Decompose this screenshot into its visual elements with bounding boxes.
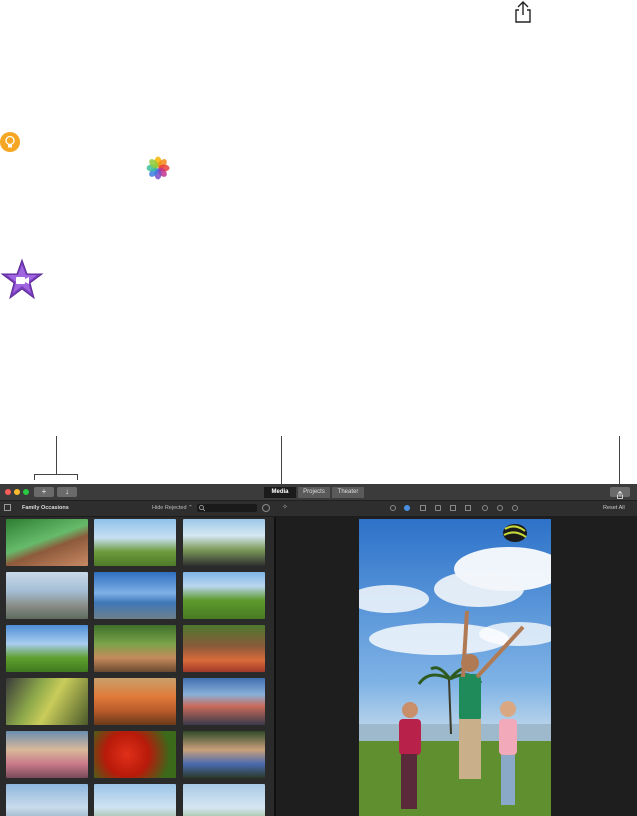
share-icon	[617, 490, 623, 499]
callout-line-share	[619, 436, 620, 486]
callout-line-import	[56, 436, 57, 474]
media-thumbnail[interactable]	[94, 625, 176, 672]
media-thumbnail[interactable]	[6, 731, 88, 778]
settings-icon[interactable]	[262, 504, 270, 512]
tab-projects[interactable]: Projects	[298, 487, 330, 498]
callout-bracket	[34, 474, 78, 475]
share-button[interactable]	[610, 487, 630, 499]
search-input[interactable]	[197, 504, 257, 512]
color-correction-icon[interactable]	[404, 505, 410, 511]
media-browser	[0, 517, 274, 816]
filter-popup[interactable]: Hide Rejected ⌃	[152, 505, 193, 511]
volume-icon[interactable]	[450, 505, 456, 511]
media-thumbnail[interactable]	[183, 784, 265, 816]
speed-icon[interactable]	[482, 505, 488, 511]
media-thumbnail[interactable]	[183, 625, 265, 672]
photos-app-icon	[146, 156, 170, 180]
clip-filter-icon[interactable]	[497, 505, 503, 511]
media-thumbnail[interactable]	[94, 572, 176, 619]
media-thumbnail[interactable]	[94, 784, 176, 816]
media-thumbnail[interactable]	[94, 678, 176, 725]
zoom-button[interactable]	[23, 489, 29, 495]
sub-toolbar: Family Occasions Hide Rejected ⌃ ✧ Reset…	[0, 501, 637, 517]
library-title: Family Occasions	[22, 505, 69, 511]
noise-reduction-icon[interactable]	[465, 505, 471, 511]
sidebar-toggle-icon[interactable]	[4, 504, 11, 511]
crop-icon[interactable]	[420, 505, 426, 511]
callout-line-media	[281, 436, 282, 490]
media-thumbnail[interactable]	[6, 678, 88, 725]
imovie-window: + ↓ Media Projects Theater Family Occasi…	[0, 484, 637, 816]
window-toolbar: + ↓ Media Projects Theater	[0, 484, 637, 501]
magic-wand-icon[interactable]: ✧	[282, 504, 290, 512]
media-thumbnail[interactable]	[6, 625, 88, 672]
search-icon	[199, 505, 206, 512]
viewer-pane	[276, 517, 637, 816]
share-icon	[512, 0, 534, 24]
stabilization-icon[interactable]	[435, 505, 441, 511]
callout-bracket-right	[77, 474, 78, 480]
close-button[interactable]	[5, 489, 11, 495]
minimize-button[interactable]	[14, 489, 20, 495]
media-thumbnail[interactable]	[94, 519, 176, 566]
media-thumbnail[interactable]	[6, 519, 88, 566]
media-thumbnail[interactable]	[183, 678, 265, 725]
import-button[interactable]: ↓	[57, 487, 77, 497]
info-icon[interactable]	[512, 505, 518, 511]
tab-media[interactable]: Media	[264, 487, 296, 498]
media-thumbnail[interactable]	[183, 519, 265, 566]
media-thumbnail[interactable]	[6, 784, 88, 816]
media-thumbnail[interactable]	[6, 572, 88, 619]
color-balance-icon[interactable]	[390, 505, 396, 511]
lightbulb-icon	[0, 132, 20, 152]
callout-bracket-left	[34, 474, 35, 480]
tab-theater[interactable]: Theater	[332, 487, 364, 498]
imovie-app-icon	[0, 258, 44, 302]
video-preview	[359, 519, 551, 816]
media-thumbnail[interactable]	[183, 731, 265, 778]
media-thumbnail[interactable]	[94, 731, 176, 778]
media-thumbnail[interactable]	[183, 572, 265, 619]
reset-all-button[interactable]: Reset All	[603, 505, 625, 511]
add-media-button[interactable]: +	[34, 487, 54, 497]
